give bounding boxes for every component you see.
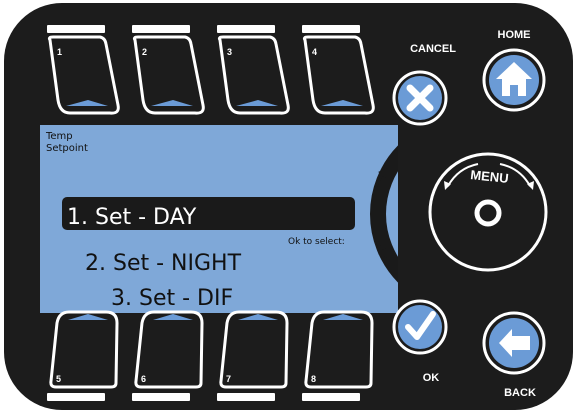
softkey-6[interactable]: 6 (134, 310, 204, 389)
menu-item-dif[interactable]: 3. Set - DIF (111, 286, 233, 311)
softkey-2[interactable]: 2 (132, 35, 205, 115)
cancel-label: CANCEL (410, 43, 456, 55)
home-button[interactable] (482, 48, 546, 112)
softkey-6-label: 6 (141, 374, 146, 384)
softkey-2-label: 2 (142, 47, 147, 57)
screen-title-line2: Setpoint (46, 143, 88, 154)
softkey-7[interactable]: 7 (219, 310, 289, 389)
softkey-4[interactable]: 4 (302, 35, 375, 115)
back-label: BACK (504, 387, 536, 399)
softkey-4-label: 4 (312, 47, 317, 57)
softkey-7-label: 7 (226, 374, 231, 384)
cancel-button[interactable] (392, 70, 448, 126)
menu-item-day[interactable]: 1. Set - DAY (67, 205, 197, 230)
back-button[interactable] (482, 311, 546, 375)
softkey-5[interactable]: 5 (49, 310, 119, 389)
menu-dial[interactable]: MENU (428, 152, 548, 272)
softkey-5-label: 5 (56, 374, 61, 384)
device-panel: 1 2 3 4 Temp Setpoint 1. Set - DAY Ok to… (4, 3, 573, 410)
ok-to-select-hint: Ok to select: (288, 237, 345, 247)
softkey-3-label: 3 (227, 47, 232, 57)
softkey-3[interactable]: 3 (217, 35, 290, 115)
home-label: HOME (498, 29, 531, 41)
ok-label: OK (423, 372, 440, 384)
ok-button[interactable] (392, 299, 448, 355)
softkey-1-label: 1 (57, 47, 62, 57)
menu-item-night[interactable]: 2. Set - NIGHT (85, 251, 242, 276)
softkey-1[interactable]: 1 (47, 35, 120, 115)
softkey-8-label: 8 (311, 374, 316, 384)
screen-title-line1: Temp (45, 131, 73, 142)
softkey-8[interactable]: 8 (304, 310, 374, 389)
